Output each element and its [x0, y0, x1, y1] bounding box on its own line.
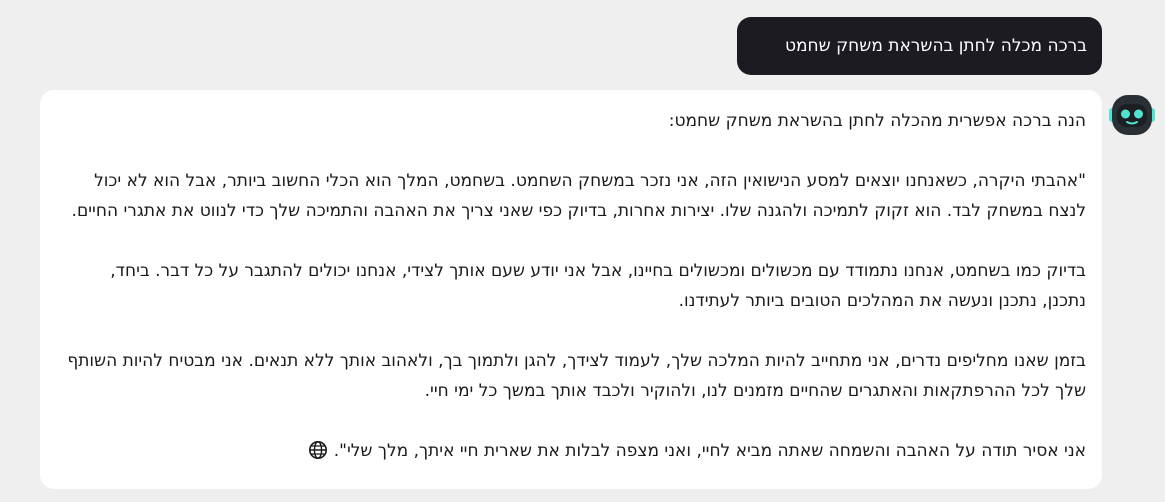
blessing-paragraph-4-container: אני אסיר תודה על האהבה והשמחה שאתה מביא … — [64, 436, 1086, 466]
blessing-paragraph-3: בזמן שאנו מחליפים נדרים, אני מתחייב להיו… — [67, 351, 1086, 401]
blessing-paragraph-2: בדיוק כמו בשחמט, אנחנו נתמודד עם מכשולים… — [110, 261, 1086, 311]
user-message-text: ברכה מכלה לחתן בהשראת משחק שחמט — [784, 36, 1087, 56]
user-message-bubble: ברכה מכלה לחתן בהשראת משחק שחמט — [737, 17, 1102, 75]
robot-avatar-icon — [1108, 91, 1156, 139]
assistant-message-bubble: הנה ברכה אפשרית מהכלה לחתן בהשראת משחק ש… — [40, 90, 1102, 489]
blessing-paragraph-1: "אהבתי היקרה, כשאנחנו יוצאים למסע הנישוא… — [71, 171, 1086, 221]
chat-page: ברכה מכלה לחתן בהשראת משחק שחמט הנה ברכה… — [0, 0, 1165, 502]
globe-icon[interactable] — [308, 440, 328, 460]
blessing-paragraph-4: אני אסיר תודה על האהבה והשמחה שאתה מביא … — [333, 441, 1086, 461]
assistant-intro: הנה ברכה אפשרית מהכלה לחתן בהשראת משחק ש… — [668, 111, 1086, 131]
